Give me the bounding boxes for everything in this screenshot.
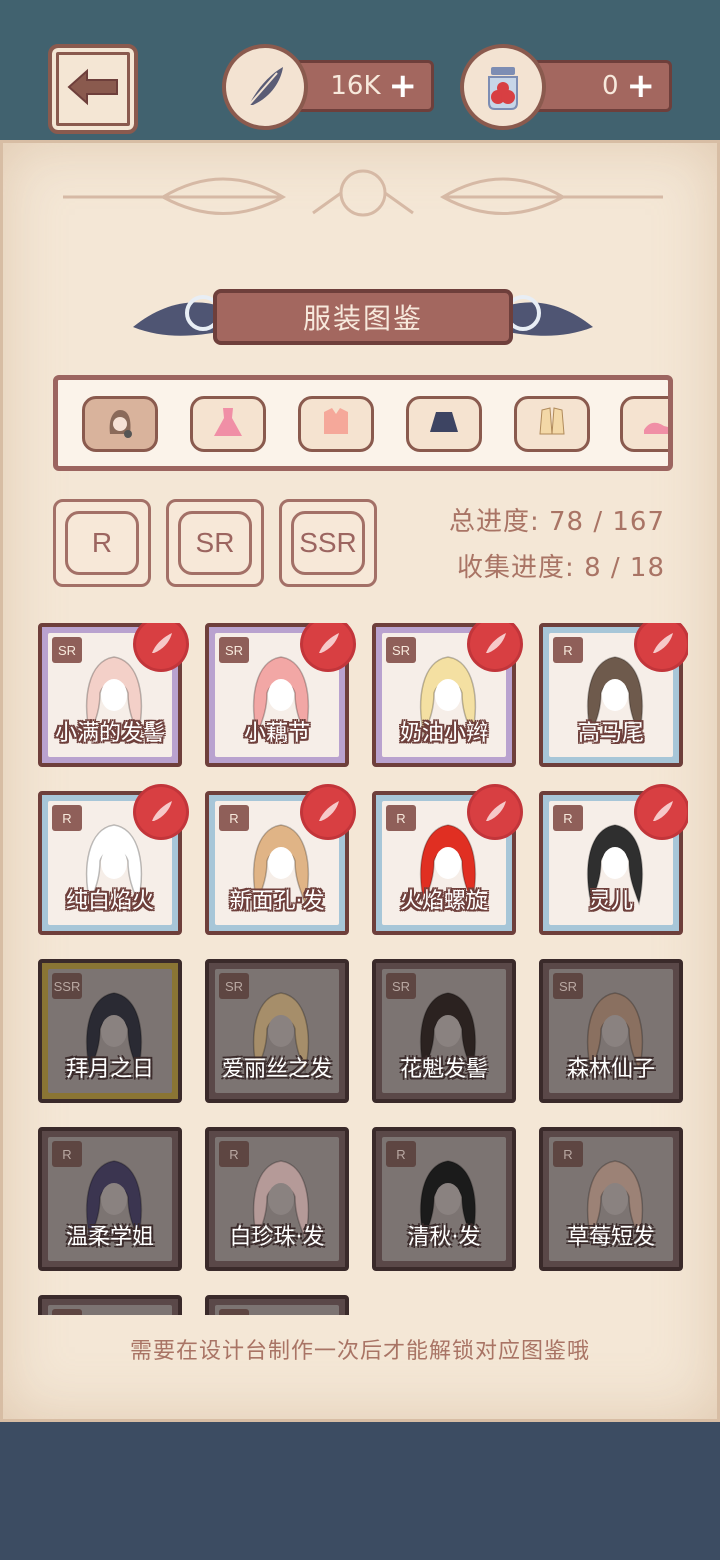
- add-apple-button[interactable]: +: [627, 69, 656, 103]
- item-name: 新面孔·发: [229, 889, 325, 914]
- feather-icon: [222, 44, 308, 130]
- apple-currency: 0 +: [460, 44, 680, 132]
- item-name: 奶油小辫: [399, 721, 488, 746]
- category-tabs: [53, 375, 673, 471]
- filter-sr-label: SR: [178, 511, 252, 575]
- item-name: 灵儿: [588, 889, 633, 914]
- item-card[interactable]: R 高马尾: [539, 623, 687, 767]
- filter-ssr-label: SSR: [291, 511, 365, 575]
- wax-seal-icon: [136, 623, 186, 669]
- item-card[interactable]: SSR 拜月之日: [38, 959, 182, 1103]
- jacket-icon: [534, 404, 570, 444]
- item-card[interactable]: R 纯白焰火: [38, 787, 186, 935]
- item-preview: SR 爱丽丝之发: [215, 969, 339, 1093]
- skirt-icon: [426, 404, 462, 444]
- wax-seal-icon: [470, 623, 520, 669]
- apple-value: 0: [601, 71, 619, 101]
- item-card[interactable]: R 白珍珠·发: [205, 1127, 349, 1271]
- item-name: 拜月之日: [65, 1057, 154, 1082]
- item-name: 爱丽丝之发: [221, 1057, 332, 1082]
- ornament-decoration: [63, 169, 663, 217]
- wax-seal-icon: [136, 787, 186, 837]
- item-card[interactable]: SR 花魁发髻: [372, 959, 516, 1103]
- unlock-hint: 需要在设计台制作一次后才能解锁对应图鉴哦: [129, 1339, 590, 1364]
- item-card[interactable]: R 新面孔·发: [205, 787, 353, 935]
- wax-seal-icon: [637, 623, 687, 669]
- item-card[interactable]: R 火焰螺旋: [372, 787, 520, 935]
- item-name: 森林仙子: [566, 1057, 655, 1082]
- tab-skirt[interactable]: [406, 396, 482, 452]
- item-preview: SSR 拜月之日: [48, 969, 172, 1093]
- tab-shoes[interactable]: [620, 396, 668, 452]
- page-title: 服装图鉴: [213, 289, 513, 345]
- item-card[interactable]: R 草莓短发: [539, 1127, 683, 1271]
- apple-jar-icon: [460, 44, 546, 130]
- tab-top[interactable]: [298, 396, 374, 452]
- item-name: 高马尾: [577, 721, 644, 746]
- top-bar: 16K + 0 +: [0, 0, 720, 150]
- background-ground: [0, 1422, 720, 1560]
- back-button[interactable]: [48, 44, 138, 134]
- catalog-panel: 服装图鉴 R SR SSR 总进度: 78 / 167 收集进度: 8 / 18…: [0, 140, 720, 1422]
- item-name: 小满的发髻: [54, 721, 165, 746]
- item-preview: R 草莓短发: [549, 1137, 673, 1261]
- wax-seal-icon: [303, 787, 353, 837]
- filter-r-label: R: [65, 511, 139, 575]
- hair-icon: [102, 404, 138, 444]
- feather-currency: 16K +: [222, 44, 442, 132]
- wax-seal-icon: [470, 787, 520, 837]
- wax-seal-icon: [303, 623, 353, 669]
- item-card[interactable]: SR 小藕节: [205, 623, 353, 767]
- item-card[interactable]: R 灵儿: [539, 787, 687, 935]
- tab-hair[interactable]: [82, 396, 158, 452]
- hairstyle-icon: [54, 1311, 172, 1315]
- tab-jacket[interactable]: [514, 396, 590, 452]
- item-name: 清秋·发: [407, 1225, 481, 1250]
- item-preview: SR 花魁发髻: [382, 969, 506, 1093]
- item-card[interactable]: SR 奶油小辫: [372, 623, 520, 767]
- filter-r-button[interactable]: R: [53, 499, 151, 587]
- item-name: 小藕节: [243, 721, 310, 746]
- filter-ssr-button[interactable]: SSR: [279, 499, 377, 587]
- feather-value: 16K: [330, 71, 381, 101]
- item-card[interactable]: R 温柔学姐: [38, 1127, 182, 1271]
- item-card[interactable]: R: [205, 1295, 349, 1315]
- item-card[interactable]: SR 爱丽丝之发: [205, 959, 349, 1103]
- item-preview: R: [48, 1305, 172, 1315]
- item-card[interactable]: R 清秋·发: [372, 1127, 516, 1271]
- item-grid: SR 小满的发髻 SR 小藕节 SR 奶油小辫 R 高马尾 R 纯白焰火 R 新面孔·发 R 火焰螺旋 R 灵…: [38, 623, 688, 1315]
- hairstyle-icon: [221, 1311, 339, 1315]
- wax-seal-icon: [637, 787, 687, 837]
- item-card[interactable]: SR 小满的发髻: [38, 623, 186, 767]
- filter-sr-button[interactable]: SR: [166, 499, 264, 587]
- item-name: 花魁发髻: [399, 1057, 488, 1082]
- item-preview: SR 森林仙子: [549, 969, 673, 1093]
- item-name: 温柔学姐: [65, 1225, 154, 1250]
- item-card[interactable]: SR 森林仙子: [539, 959, 683, 1103]
- item-preview: R 温柔学姐: [48, 1137, 172, 1261]
- item-card[interactable]: R: [38, 1295, 182, 1315]
- item-name: 白珍珠·发: [229, 1225, 325, 1250]
- total-progress: 总进度: 78 / 167: [448, 507, 665, 537]
- back-arrow-icon: [65, 67, 121, 111]
- add-feather-button[interactable]: +: [389, 69, 418, 103]
- item-name: 纯白焰火: [65, 889, 154, 914]
- tab-dress[interactable]: [190, 396, 266, 452]
- collect-progress: 收集进度: 8 / 18: [457, 553, 665, 583]
- item-preview: R: [215, 1305, 339, 1315]
- item-name: 草莓短发: [566, 1225, 655, 1250]
- item-preview: R 清秋·发: [382, 1137, 506, 1261]
- dress-icon: [210, 404, 246, 444]
- top-icon: [318, 404, 354, 444]
- item-preview: R 白珍珠·发: [215, 1137, 339, 1261]
- shoes-icon: [640, 404, 668, 444]
- item-name: 火焰螺旋: [399, 889, 488, 914]
- title-banner: 服装图鉴: [133, 283, 593, 353]
